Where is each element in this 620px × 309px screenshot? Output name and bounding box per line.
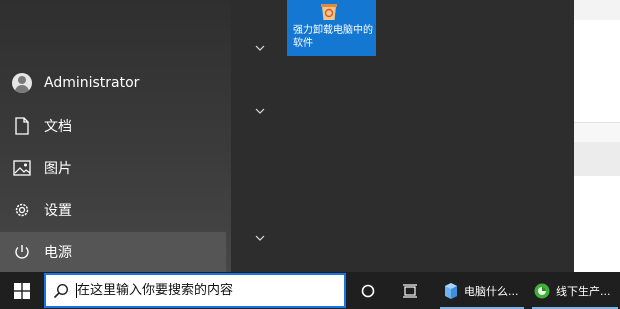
windows-logo-icon xyxy=(14,282,30,299)
taskbar-app-computer[interactable]: 电脑什么... xyxy=(438,272,526,309)
chevron-down-icon[interactable] xyxy=(254,232,266,244)
browser-icon xyxy=(534,283,550,298)
uninstaller-app-icon xyxy=(321,4,337,20)
power-icon xyxy=(0,243,44,261)
user-avatar-icon xyxy=(12,73,32,93)
nav-item-settings[interactable]: 设置 xyxy=(0,190,226,230)
start-menu-left-pane: Administrator 文档 图片 设置 电源 xyxy=(0,0,231,272)
app-cube-icon xyxy=(445,282,457,299)
start-menu-app-list xyxy=(231,0,574,272)
task-view-button[interactable] xyxy=(394,272,426,309)
cortana-button[interactable] xyxy=(352,272,384,309)
gear-icon xyxy=(0,201,44,219)
background-window xyxy=(574,0,620,272)
app-tile-uninstaller[interactable]: 强力卸载电脑中的软件 xyxy=(287,0,376,56)
task-view-icon xyxy=(403,283,417,298)
nav-item-label: 图片 xyxy=(44,161,72,177)
taskbar-search-box[interactable] xyxy=(44,273,346,308)
nav-item-documents[interactable]: 文档 xyxy=(0,106,226,146)
cortana-circle-icon xyxy=(361,284,375,297)
start-button[interactable] xyxy=(0,272,44,309)
search-icon xyxy=(46,283,76,299)
taskbar: 电脑什么... 线下生产... xyxy=(0,272,620,309)
nav-item-label: 文档 xyxy=(44,119,72,135)
picture-icon xyxy=(0,160,44,176)
user-account-item[interactable]: Administrator xyxy=(0,63,226,103)
chevron-down-icon[interactable] xyxy=(254,42,266,54)
user-name: Administrator xyxy=(44,75,140,91)
nav-item-label: 电源 xyxy=(44,245,72,261)
nav-item-pictures[interactable]: 图片 xyxy=(0,148,226,188)
search-input[interactable] xyxy=(76,283,332,298)
nav-item-label: 设置 xyxy=(44,203,72,219)
taskbar-app-label: 线下生产... xyxy=(556,284,611,298)
tile-label: 强力卸载电脑中的软件 xyxy=(293,25,373,49)
document-icon xyxy=(0,117,44,135)
nav-item-power[interactable]: 电源 xyxy=(0,232,226,272)
chevron-down-icon[interactable] xyxy=(254,105,266,117)
taskbar-app-production[interactable]: 线下生产... xyxy=(530,272,620,309)
taskbar-app-label: 电脑什么... xyxy=(464,284,519,298)
